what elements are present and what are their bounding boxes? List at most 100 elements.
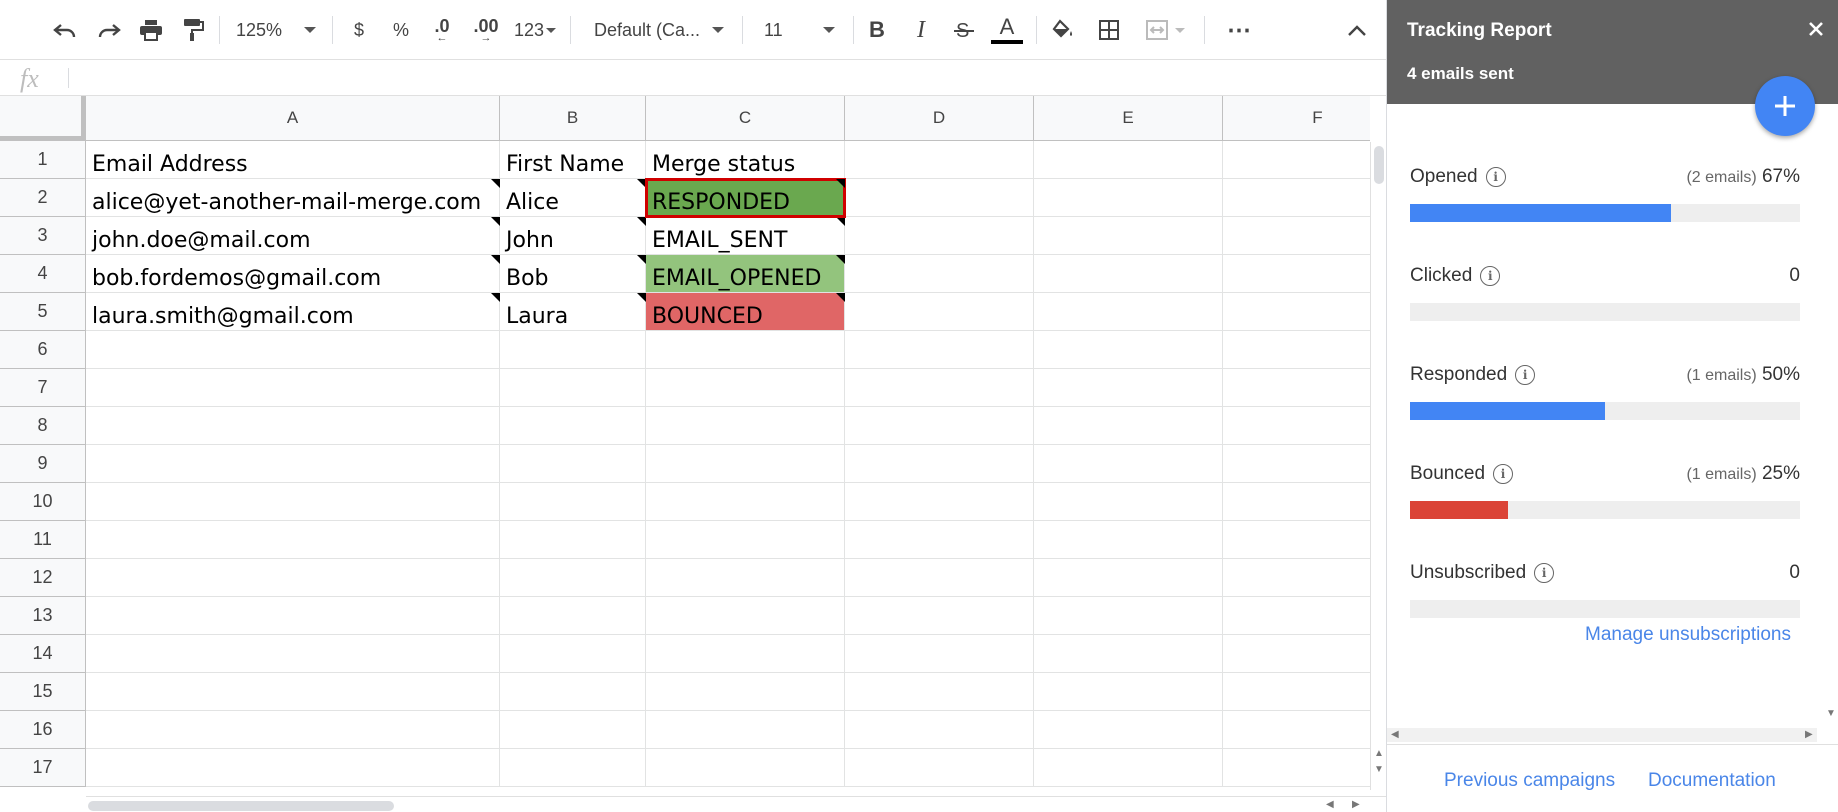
cell-f15[interactable] bbox=[1223, 673, 1370, 711]
row-header-10[interactable]: 10 bbox=[0, 483, 86, 521]
cell-c2[interactable]: RESPONDED bbox=[645, 178, 846, 218]
print-icon[interactable] bbox=[134, 15, 168, 45]
cell-b12[interactable] bbox=[500, 559, 646, 597]
cell-d12[interactable] bbox=[845, 559, 1034, 597]
cell-b16[interactable] bbox=[500, 711, 646, 749]
cell-f8[interactable] bbox=[1223, 407, 1370, 445]
column-header-e[interactable]: E bbox=[1034, 96, 1223, 141]
font-size-select[interactable]: 11 bbox=[764, 15, 842, 45]
row-header-8[interactable]: 8 bbox=[0, 407, 86, 445]
row-header-11[interactable]: 11 bbox=[0, 521, 86, 559]
scroll-up-arrow[interactable]: ▲ bbox=[1374, 748, 1384, 759]
cell-c5[interactable]: BOUNCED bbox=[646, 293, 845, 331]
cell-e7[interactable] bbox=[1034, 369, 1223, 407]
cell-a15[interactable] bbox=[86, 673, 500, 711]
cell-d11[interactable] bbox=[845, 521, 1034, 559]
scroll-left-arrow[interactable]: ◀ bbox=[1391, 729, 1399, 740]
row-header-17[interactable]: 17 bbox=[0, 749, 86, 787]
cell-d3[interactable] bbox=[845, 217, 1034, 255]
cell-f7[interactable] bbox=[1223, 369, 1370, 407]
info-icon[interactable]: i bbox=[1485, 167, 1506, 187]
info-icon[interactable]: i bbox=[1493, 464, 1514, 484]
cell-c6[interactable] bbox=[646, 331, 845, 369]
scroll-right-arrow[interactable]: ▶ bbox=[1805, 729, 1813, 740]
cell-f6[interactable] bbox=[1223, 331, 1370, 369]
add-campaign-button[interactable] bbox=[1755, 76, 1815, 136]
cell-e1[interactable] bbox=[1034, 141, 1223, 179]
cell-f10[interactable] bbox=[1223, 483, 1370, 521]
row-header-9[interactable]: 9 bbox=[0, 445, 86, 483]
column-header-c[interactable]: C bbox=[646, 96, 845, 141]
cell-b5[interactable]: Laura bbox=[500, 293, 646, 331]
bold-button[interactable]: B bbox=[862, 15, 892, 45]
currency-format-button[interactable]: $ bbox=[344, 15, 374, 45]
column-header-b[interactable]: B bbox=[500, 96, 646, 141]
cell-c14[interactable] bbox=[646, 635, 845, 673]
cell-b17[interactable] bbox=[500, 749, 646, 787]
cell-b14[interactable] bbox=[500, 635, 646, 673]
close-icon[interactable] bbox=[1801, 14, 1831, 44]
collapse-toolbar-icon[interactable] bbox=[1342, 15, 1372, 45]
cell-b3[interactable]: John bbox=[500, 217, 646, 255]
cell-b8[interactable] bbox=[500, 407, 646, 445]
cell-e13[interactable] bbox=[1034, 597, 1223, 635]
panel-vertical-scrollbar[interactable]: ▼ bbox=[1823, 104, 1838, 744]
cell-b4[interactable]: Bob bbox=[500, 255, 646, 293]
cell-e5[interactable] bbox=[1034, 293, 1223, 331]
row-header-14[interactable]: 14 bbox=[0, 635, 86, 673]
cell-b1[interactable]: First Name bbox=[500, 141, 646, 179]
cell-d16[interactable] bbox=[845, 711, 1034, 749]
cell-c16[interactable] bbox=[646, 711, 845, 749]
cell-a4[interactable]: bob.fordemos@gmail.com bbox=[86, 255, 500, 293]
cell-a11[interactable] bbox=[86, 521, 500, 559]
cell-e4[interactable] bbox=[1034, 255, 1223, 293]
cell-f4[interactable] bbox=[1223, 255, 1370, 293]
row-header-7[interactable]: 7 bbox=[0, 369, 86, 407]
scroll-down-arrow[interactable]: ▼ bbox=[1826, 708, 1836, 719]
cell-d9[interactable] bbox=[845, 445, 1034, 483]
cell-a13[interactable] bbox=[86, 597, 500, 635]
cell-d2[interactable] bbox=[845, 179, 1034, 217]
previous-campaigns-link[interactable]: Previous campaigns bbox=[1444, 770, 1615, 792]
undo-icon[interactable] bbox=[48, 15, 82, 45]
cell-d17[interactable] bbox=[845, 749, 1034, 787]
cell-b10[interactable] bbox=[500, 483, 646, 521]
cell-a16[interactable] bbox=[86, 711, 500, 749]
cell-f5[interactable] bbox=[1223, 293, 1370, 331]
row-header-12[interactable]: 12 bbox=[0, 559, 86, 597]
cell-e3[interactable] bbox=[1034, 217, 1223, 255]
cell-d4[interactable] bbox=[845, 255, 1034, 293]
cell-e16[interactable] bbox=[1034, 711, 1223, 749]
row-header-6[interactable]: 6 bbox=[0, 331, 86, 369]
cell-b7[interactable] bbox=[500, 369, 646, 407]
cell-e6[interactable] bbox=[1034, 331, 1223, 369]
formula-bar[interactable]: fx bbox=[0, 60, 1386, 96]
strikethrough-button[interactable]: S bbox=[948, 15, 980, 45]
cell-f9[interactable] bbox=[1223, 445, 1370, 483]
increase-decimal-button[interactable]: .00 → bbox=[466, 15, 506, 45]
cell-d13[interactable] bbox=[845, 597, 1034, 635]
spreadsheet-grid[interactable]: A B C D E F 1 Email Address First Name Merge stat… bbox=[0, 96, 1370, 796]
cell-f12[interactable] bbox=[1223, 559, 1370, 597]
column-header-a[interactable]: A bbox=[86, 96, 500, 141]
text-color-button[interactable]: A bbox=[990, 15, 1024, 45]
cell-a17[interactable] bbox=[86, 749, 500, 787]
paint-format-icon[interactable] bbox=[176, 15, 210, 45]
cell-e2[interactable] bbox=[1034, 179, 1223, 217]
cell-a8[interactable] bbox=[86, 407, 500, 445]
column-header-f[interactable]: F bbox=[1223, 96, 1370, 141]
row-header-5[interactable]: 5 bbox=[0, 293, 86, 331]
cell-c13[interactable] bbox=[646, 597, 845, 635]
cell-b2[interactable]: Alice bbox=[500, 179, 646, 217]
number-format-select[interactable]: 123 bbox=[510, 15, 560, 45]
cell-d15[interactable] bbox=[845, 673, 1034, 711]
cell-a3[interactable]: john.doe@mail.com bbox=[86, 217, 500, 255]
cell-c1[interactable]: Merge status bbox=[646, 141, 845, 179]
font-family-select[interactable]: Default (Ca... bbox=[594, 15, 730, 45]
column-header-d[interactable]: D bbox=[845, 96, 1034, 141]
cell-b11[interactable] bbox=[500, 521, 646, 559]
cell-e10[interactable] bbox=[1034, 483, 1223, 521]
cell-f11[interactable] bbox=[1223, 521, 1370, 559]
cell-b13[interactable] bbox=[500, 597, 646, 635]
cell-a2[interactable]: alice@yet-another-mail-merge.com bbox=[86, 179, 500, 217]
